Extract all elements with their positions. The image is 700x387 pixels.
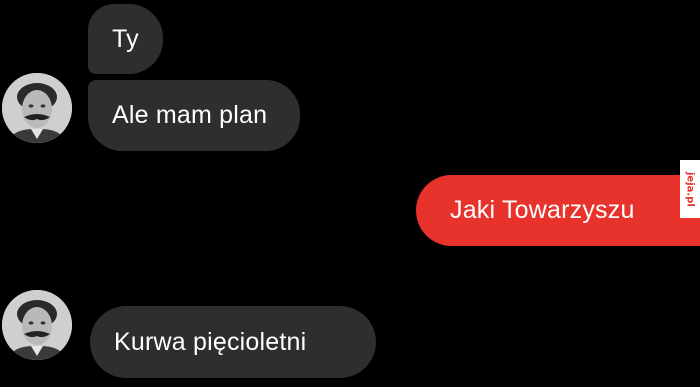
message-text: Kurwa pięcioletni bbox=[114, 327, 307, 356]
message-text: Jaki Towarzyszu bbox=[450, 196, 635, 224]
message-bubble-outgoing: Jaki Towarzyszu bbox=[416, 175, 700, 246]
message-bubble-incoming: Ale mam plan bbox=[88, 80, 300, 151]
watermark-logo: jeja.pl bbox=[680, 160, 700, 218]
message-text: Ale mam plan bbox=[112, 101, 268, 129]
avatar[interactable] bbox=[2, 290, 72, 360]
portrait-icon bbox=[2, 290, 72, 360]
avatar[interactable] bbox=[2, 73, 72, 143]
watermark-text: jeja.pl bbox=[684, 171, 696, 207]
message-bubble-incoming: Ty bbox=[88, 4, 163, 74]
message-bubble-incoming: Kurwa pięcioletni bbox=[90, 306, 376, 378]
portrait-icon bbox=[2, 73, 72, 143]
message-text: Ty bbox=[112, 24, 139, 53]
